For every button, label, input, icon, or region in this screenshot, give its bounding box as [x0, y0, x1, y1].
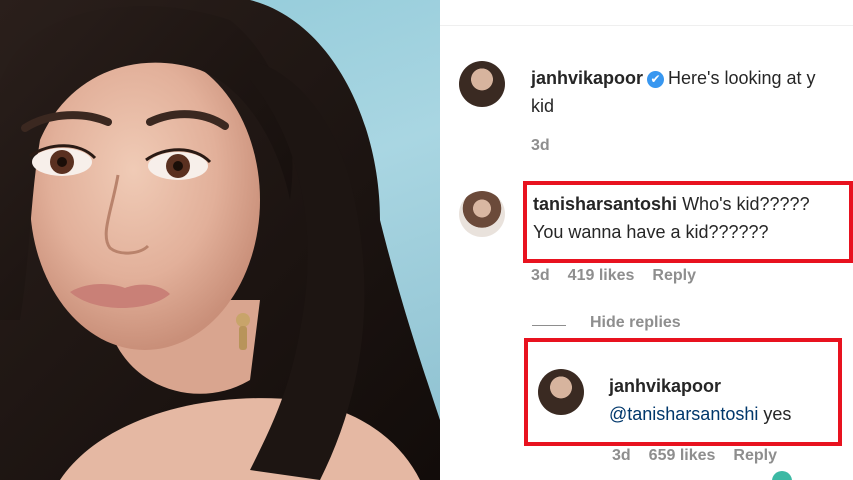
reply-reply-button[interactable]: Reply [733, 447, 777, 464]
comment-timestamp: 3d [531, 267, 550, 284]
photo-illustration [0, 0, 440, 480]
reply-username[interactable]: janhvikapoor [609, 376, 721, 396]
comment-body: tanisharsantoshi Who's kid????? You wann… [533, 190, 853, 246]
reply-timestamp: 3d [612, 447, 631, 464]
comment-text: Who's kid????? [682, 194, 810, 214]
verified-badge-icon: ✔ [647, 71, 665, 88]
caption: janhvikapoor ✔ Here's looking at y kid [531, 64, 853, 120]
reply-likes[interactable]: 659 likes [649, 447, 716, 464]
comments-panel: janhvikapoor ✔ Here's looking at y kid 3d … [440, 0, 853, 480]
caption-text-line2: kid [531, 96, 555, 116]
reply-body: janhvikapoor @tanisharsantoshi yes [609, 372, 839, 428]
reply-text: yes [763, 404, 792, 424]
hide-replies-line [532, 325, 566, 326]
caption-timestamp: 3d [531, 137, 550, 154]
reply-mention[interactable]: @tanisharsantoshi [609, 404, 758, 424]
avatar[interactable] [459, 191, 505, 237]
comment-text-line2: You wanna have a kid?????? [533, 222, 769, 242]
reply-meta: 3d 659 likes Reply [612, 447, 795, 465]
profile-photo [0, 0, 440, 480]
comment-likes[interactable]: 419 likes [568, 267, 635, 284]
hide-replies-button[interactable]: Hide replies [590, 314, 681, 332]
emoji-icon [772, 471, 792, 480]
caption-text: Here's looking at y [668, 68, 816, 88]
avatar[interactable] [538, 369, 584, 415]
comment-reply-button[interactable]: Reply [652, 267, 696, 284]
caption-username[interactable]: janhvikapoor [531, 68, 643, 88]
comment-username[interactable]: tanisharsantoshi [533, 194, 677, 214]
divider [440, 25, 853, 26]
avatar[interactable] [459, 61, 505, 107]
comment-meta: 3d 419 likes Reply [531, 267, 714, 285]
